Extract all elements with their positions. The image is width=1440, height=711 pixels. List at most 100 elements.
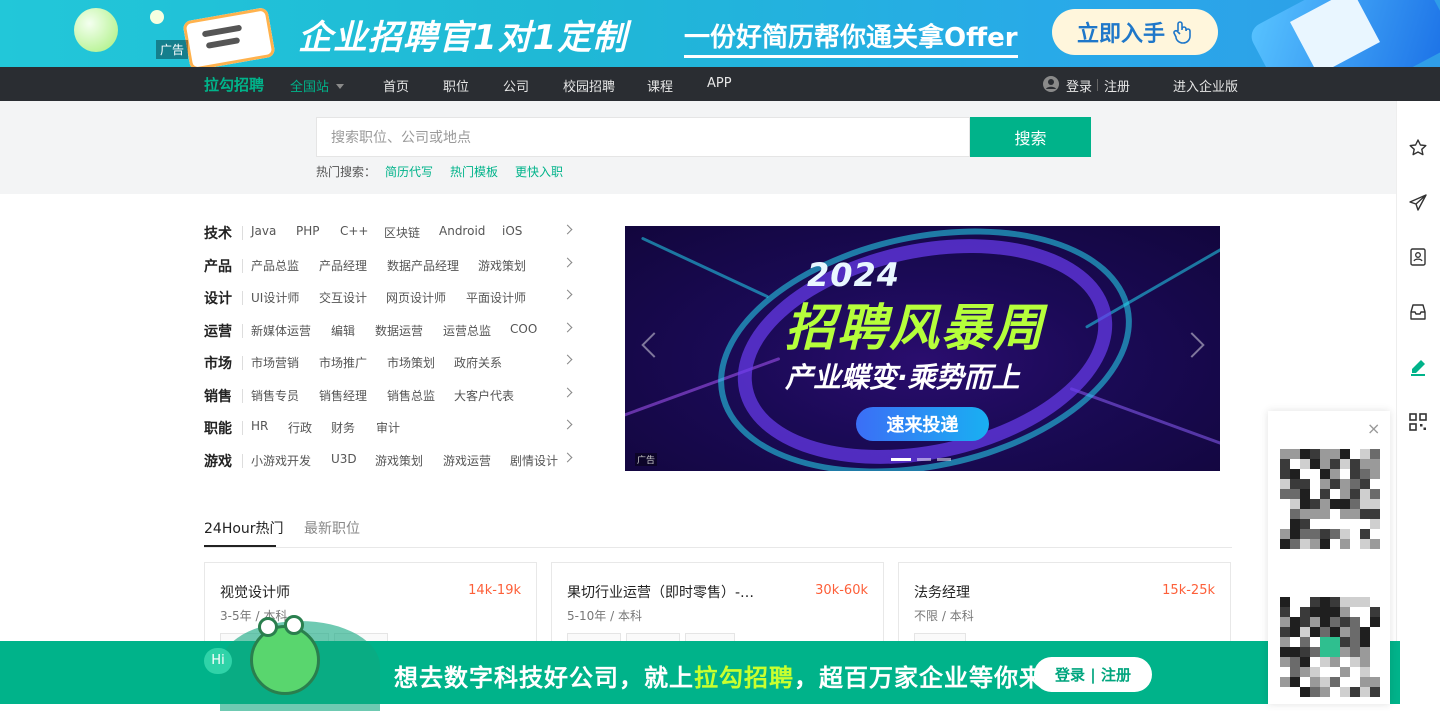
hot-search-term[interactable]: 更快入职 bbox=[515, 163, 563, 180]
category-tag[interactable]: 游戏运营 bbox=[443, 452, 491, 469]
category-tag[interactable]: 审计 bbox=[376, 419, 400, 436]
category-tag[interactable]: 游戏策划 bbox=[375, 452, 423, 469]
category-tag[interactable]: 销售总监 bbox=[387, 387, 435, 404]
category-name: 市场 bbox=[204, 356, 232, 372]
nav-link-home[interactable]: 首页 bbox=[383, 76, 409, 95]
carousel-next-icon[interactable] bbox=[1179, 332, 1205, 358]
category-tag[interactable]: 销售专员 bbox=[251, 387, 299, 404]
nav-link-app[interactable]: APP bbox=[707, 76, 732, 91]
category-tag[interactable]: 数据运营 bbox=[375, 322, 423, 339]
category-tag[interactable]: U3D bbox=[331, 452, 357, 466]
envelope-illustration bbox=[182, 6, 276, 67]
carousel-indicator-dot[interactable] bbox=[917, 458, 931, 461]
carousel-indicator-dot[interactable] bbox=[937, 458, 951, 461]
category-tag[interactable]: Android bbox=[439, 224, 485, 238]
search-button[interactable]: 搜索 bbox=[970, 117, 1091, 157]
category-tag[interactable]: 行政 bbox=[288, 419, 312, 436]
search-input[interactable] bbox=[316, 117, 970, 157]
inbox-icon[interactable] bbox=[1408, 302, 1428, 322]
category-tag[interactable]: iOS bbox=[502, 224, 522, 238]
category-tag[interactable]: 平面设计师 bbox=[466, 289, 526, 306]
qr-pixel bbox=[1320, 529, 1330, 539]
category-tag[interactable]: 市场营销 bbox=[251, 354, 299, 371]
category-tag[interactable]: 网页设计师 bbox=[386, 289, 446, 306]
category-tag[interactable]: HR bbox=[251, 419, 268, 433]
category-row-functions[interactable]: 职能 HR 行政 财务 审计 bbox=[204, 418, 578, 438]
nav-link-companies[interactable]: 公司 bbox=[503, 76, 529, 95]
tab-latest-jobs[interactable]: 最新职位 bbox=[304, 518, 360, 538]
category-row-marketing[interactable]: 市场 市场营销 市场推广 市场策划 政府关系 bbox=[204, 353, 578, 373]
category-row-games[interactable]: 游戏 小游戏开发 U3D 游戏策划 游戏运营 剧情设计 bbox=[204, 451, 578, 471]
category-tag[interactable]: PHP bbox=[296, 224, 320, 238]
tab-24hour-hot[interactable]: 24Hour热门 bbox=[204, 518, 284, 538]
qr-pixel bbox=[1310, 667, 1320, 677]
promo-slogan: 想去数字科技好公司，就上拉勾招聘，超百万家企业等你来 bbox=[394, 658, 1044, 693]
qr-pixel bbox=[1280, 479, 1290, 489]
category-tag[interactable]: 小游戏开发 bbox=[251, 452, 311, 469]
category-row-tech[interactable]: 技术 Java PHP C++ 区块链 Android iOS bbox=[204, 223, 578, 243]
hot-search-term[interactable]: 热门模板 bbox=[450, 163, 498, 180]
job-title[interactable]: 视觉设计师 bbox=[220, 582, 460, 602]
right-tool-rail bbox=[1396, 101, 1440, 704]
category-tag[interactable]: 市场策划 bbox=[387, 354, 435, 371]
station-selector[interactable]: 全国站 bbox=[290, 76, 345, 95]
category-tag[interactable]: 政府关系 bbox=[454, 354, 502, 371]
category-row-sales[interactable]: 销售 销售专员 销售经理 销售总监 大客户代表 bbox=[204, 386, 578, 406]
category-tag[interactable]: 剧情设计 bbox=[510, 452, 558, 469]
banner-apply-button[interactable]: 速来投递 bbox=[856, 407, 989, 441]
search-section: 搜索 热门搜索： 简历代写 热门模板 更快入职 bbox=[0, 101, 1440, 194]
category-tag[interactable]: 销售经理 bbox=[319, 387, 367, 404]
qr-pixel bbox=[1350, 647, 1360, 657]
divider bbox=[242, 421, 243, 435]
qrcode-icon[interactable] bbox=[1408, 412, 1428, 432]
hot-search-term[interactable]: 简历代写 bbox=[385, 163, 433, 180]
category-tag[interactable]: 交互设计 bbox=[319, 289, 367, 306]
qr-pixel bbox=[1300, 449, 1310, 459]
nav-link-jobs[interactable]: 职位 bbox=[443, 76, 469, 95]
category-tag[interactable]: UI设计师 bbox=[251, 289, 299, 306]
category-tag[interactable]: C++ bbox=[340, 224, 369, 238]
close-icon[interactable]: × bbox=[1367, 421, 1380, 437]
qr-pixel bbox=[1330, 469, 1340, 479]
category-tag[interactable]: 区块链 bbox=[384, 224, 420, 241]
category-tag[interactable]: Java bbox=[251, 224, 276, 238]
job-title[interactable]: 法务经理 bbox=[914, 582, 1154, 602]
category-tag[interactable]: 产品总监 bbox=[251, 257, 299, 274]
qr-pixel bbox=[1320, 677, 1330, 687]
qr-pixel bbox=[1310, 597, 1320, 607]
send-icon[interactable] bbox=[1408, 193, 1428, 213]
login-link[interactable]: 登录 bbox=[1066, 76, 1092, 95]
promo-login-register-button[interactable]: 登录 | 注册 bbox=[1034, 657, 1152, 692]
category-tag[interactable]: COO bbox=[510, 322, 537, 336]
category-tag[interactable]: 数据产品经理 bbox=[387, 257, 459, 274]
category-tag[interactable]: 大客户代表 bbox=[454, 387, 514, 404]
nav-link-campus[interactable]: 校园招聘 bbox=[563, 76, 615, 95]
category-tag[interactable]: 运营总监 bbox=[443, 322, 491, 339]
category-row-design[interactable]: 设计 UI设计师 交互设计 网页设计师 平面设计师 bbox=[204, 288, 578, 308]
qr-pixel bbox=[1320, 469, 1330, 479]
qr-pixel bbox=[1350, 529, 1360, 539]
category-tag[interactable]: 游戏策划 bbox=[478, 257, 526, 274]
qr-pixel bbox=[1360, 597, 1370, 607]
star-icon[interactable] bbox=[1408, 138, 1428, 158]
ad-cta-button[interactable]: 立即入手 bbox=[1052, 9, 1218, 55]
nav-link-courses[interactable]: 课程 bbox=[647, 76, 673, 95]
category-row-product[interactable]: 产品 产品总监 产品经理 数据产品经理 游戏策划 bbox=[204, 256, 578, 276]
category-tag[interactable]: 市场推广 bbox=[319, 354, 367, 371]
category-tag[interactable]: 新媒体运营 bbox=[251, 322, 311, 339]
register-link[interactable]: 注册 bbox=[1104, 76, 1130, 95]
carousel-indicator-dot[interactable] bbox=[891, 458, 911, 461]
carousel-prev-icon[interactable] bbox=[641, 332, 667, 358]
enterprise-link[interactable]: 进入企业版 bbox=[1173, 76, 1238, 95]
chevron-right-icon bbox=[562, 387, 573, 398]
resume-icon[interactable] bbox=[1408, 247, 1428, 267]
edit-icon[interactable] bbox=[1408, 357, 1428, 377]
lagou-logo[interactable]: 拉勾招聘 bbox=[204, 74, 264, 95]
category-tag[interactable]: 财务 bbox=[331, 419, 355, 436]
category-tag[interactable]: 编辑 bbox=[331, 322, 355, 339]
category-tag[interactable]: 产品经理 bbox=[319, 257, 367, 274]
category-row-operations[interactable]: 运营 新媒体运营 编辑 数据运营 运营总监 COO bbox=[204, 321, 578, 341]
promo-carousel[interactable]: 2024 招聘风暴周 产业蝶变·乘势而上 速来投递 广告 bbox=[625, 226, 1220, 471]
job-title[interactable]: 果切行业运营（即时零售）-… bbox=[567, 582, 807, 602]
top-ad-banner[interactable]: 广告 企业招聘官1对1定制 一份好简历帮你通关拿Offer 立即入手 bbox=[0, 0, 1440, 67]
